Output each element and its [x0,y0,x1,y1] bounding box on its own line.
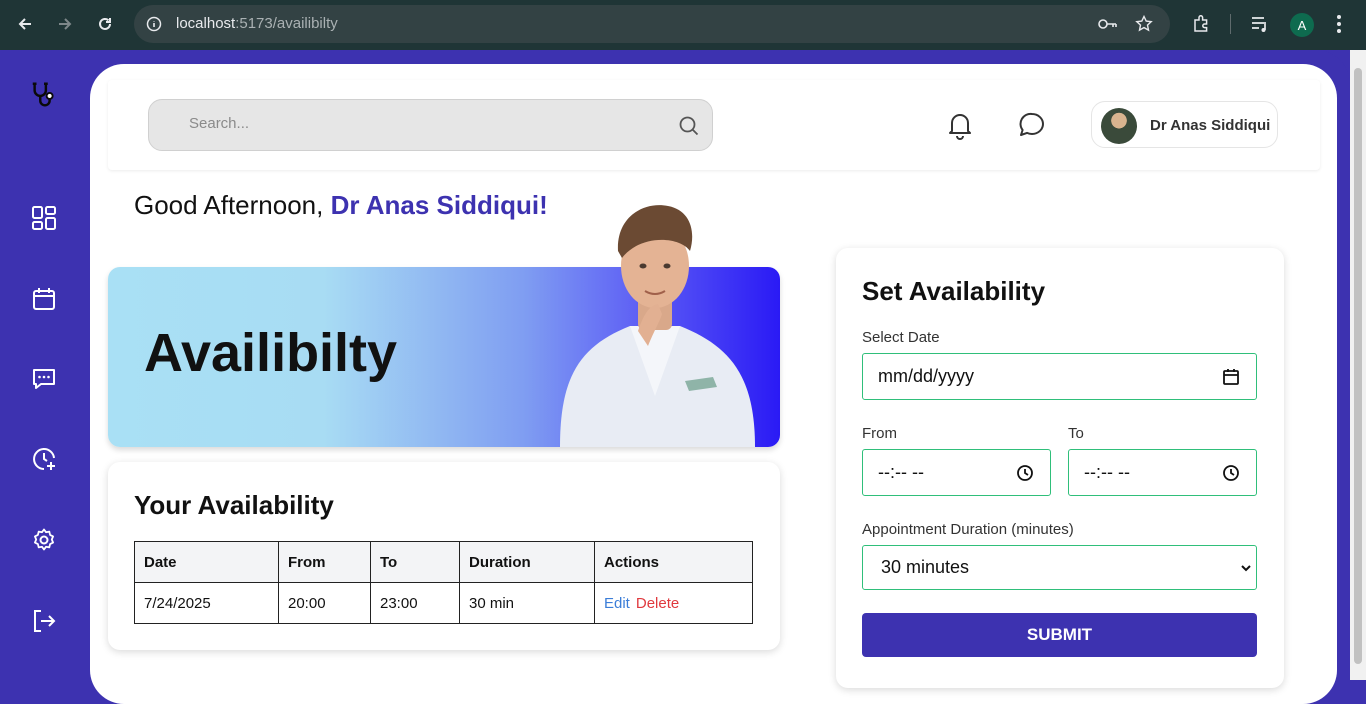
date-input[interactable]: mm/dd/yyyy [862,353,1257,400]
to-time-input[interactable]: --:-- -- [1068,449,1257,496]
availability-table: Date From To Duration Actions 7/24/2025 … [134,541,753,624]
browser-menu-icon[interactable] [1336,14,1342,34]
cell-actions: Edit Delete [594,582,753,624]
submit-button[interactable]: SUBMIT [862,613,1257,657]
search-icon[interactable] [678,115,700,137]
bookmark-star-icon[interactable] [1135,15,1153,33]
search-box[interactable] [148,99,713,151]
dashboard-icon[interactable] [29,203,59,233]
user-profile-chip[interactable]: Dr Anas Siddiqui [1091,101,1278,148]
settings-gear-icon[interactable] [29,525,59,555]
search-input[interactable] [189,115,669,132]
url-host: localhost [176,15,236,32]
to-label: To [1068,425,1084,442]
site-info-icon[interactable] [146,16,162,32]
media-queue-icon[interactable] [1250,15,1270,33]
browser-profile-avatar[interactable]: A [1290,13,1314,37]
page-scrollbar[interactable] [1350,50,1366,680]
date-input-value: mm/dd/yyyy [878,366,975,386]
greeting-doctor-name: Dr Anas Siddiqui! [330,190,548,220]
doctor-portrait-image [560,205,755,447]
date-label: Select Date [862,329,940,346]
stethoscope-logo-icon [29,80,59,110]
duration-label: Appointment Duration (minutes) [862,521,1074,538]
notifications-bell-icon[interactable] [946,110,974,140]
forward-icon[interactable] [54,13,76,35]
column-header-actions: Actions [594,541,753,583]
column-header-to: To [370,541,460,583]
availability-clock-plus-icon[interactable] [29,444,59,474]
clock-icon[interactable] [1222,464,1240,482]
messages-icon[interactable] [29,364,59,394]
greeting-prefix: Good Afternoon, [134,190,331,220]
table-header-row: Date From To Duration Actions [134,541,753,583]
to-time-value: --:-- -- [1084,462,1130,482]
cell-to: 23:00 [370,582,460,624]
scroll-thumb[interactable] [1354,68,1362,664]
url-path: :5173/availibilty [235,15,338,32]
cell-from: 20:00 [278,582,371,624]
chat-bubble-icon[interactable] [1018,111,1046,139]
calendar-icon[interactable] [29,284,59,314]
url-text: localhost:5173/availibilty [176,15,338,32]
calendar-picker-icon[interactable] [1222,368,1240,386]
cell-date: 7/24/2025 [134,582,279,624]
delete-link[interactable]: Delete [636,595,679,612]
from-time-value: --:-- -- [878,462,924,482]
reload-icon[interactable] [94,13,116,35]
availability-list-title: Your Availability [134,490,334,520]
back-icon[interactable] [14,13,36,35]
column-header-duration: Duration [459,541,595,583]
duration-select[interactable]: 30 minutes [862,545,1257,590]
from-time-input[interactable]: --:-- -- [862,449,1051,496]
toolbar-divider [1230,14,1231,34]
from-label: From [862,425,897,442]
duration-select-value: 30 minutes [881,557,970,577]
column-header-from: From [278,541,371,583]
set-availability-title: Set Availability [862,276,1046,306]
password-key-icon[interactable] [1098,16,1118,32]
profile-name: Dr Anas Siddiqui [1150,117,1271,134]
chevron-down-icon [1241,565,1251,572]
clock-icon[interactable] [1016,464,1034,482]
greeting-text: Good Afternoon, Dr Anas Siddiqui! [134,190,548,221]
column-header-date: Date [134,541,279,583]
table-row: 7/24/2025 20:00 23:00 30 min Edit Delete [134,582,753,624]
cell-duration: 30 min [459,582,595,624]
avatar [1101,108,1137,144]
address-bar[interactable]: localhost:5173/availibilty [134,5,1170,43]
logout-icon[interactable] [29,606,59,636]
extensions-icon[interactable] [1191,14,1211,34]
edit-link[interactable]: Edit [604,595,630,612]
browser-toolbar: localhost:5173/availibilty A [0,0,1366,50]
banner-title: Availibilty [144,323,398,383]
